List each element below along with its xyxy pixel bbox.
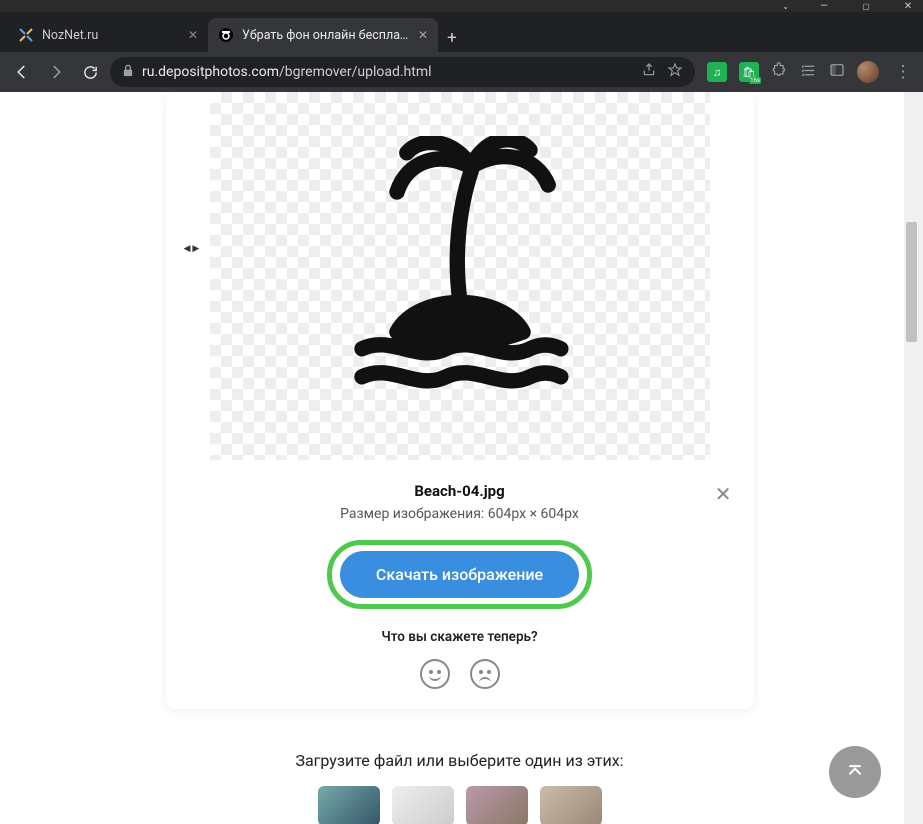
- feedback-happy-icon[interactable]: [420, 659, 450, 689]
- compare-slider-handle[interactable]: [184, 240, 200, 254]
- chrome-menu-icon[interactable]: ⋮: [891, 62, 915, 82]
- window-close-button[interactable]: [901, 0, 915, 13]
- address-bar: ru.depositphotos.com/bgremover/upload.ht…: [0, 52, 923, 92]
- close-result-button[interactable]: ✕: [715, 482, 732, 506]
- extension-music-icon[interactable]: ♫: [707, 62, 727, 82]
- download-button[interactable]: Скачать изображение: [340, 551, 579, 598]
- page-content: ✕ Beach-04.jpg Размер изображения: 604px…: [0, 92, 923, 824]
- feedback-sad-icon[interactable]: [470, 659, 500, 689]
- extensions-puzzle-icon[interactable]: [771, 62, 788, 83]
- reading-list-icon[interactable]: [800, 62, 817, 83]
- lock-icon: [122, 64, 134, 80]
- tab-title: Убрать фон онлайн бесплатно: [242, 28, 410, 43]
- star-icon[interactable]: [667, 62, 683, 82]
- sidepanel-icon[interactable]: [829, 62, 845, 82]
- dimensions-label: Размер изображения: 604px × 604px: [166, 506, 754, 522]
- scrollbar-thumb[interactable]: [906, 222, 917, 342]
- window-dropdown-icon[interactable]: ⌄: [782, 2, 789, 11]
- extension-icons: ♫ 🛍16s ⋮: [707, 61, 915, 83]
- tutorial-highlight: Скачать изображение: [327, 540, 592, 609]
- window-titlebar: ⌄: [0, 0, 923, 12]
- filename-label: Beach-04.jpg: [166, 482, 754, 500]
- url-text: ru.depositphotos.com/bgremover/upload.ht…: [142, 64, 633, 80]
- sample-images: [0, 786, 919, 824]
- reload-button[interactable]: [76, 58, 104, 86]
- window-minimize-button[interactable]: [817, 0, 831, 13]
- forward-button[interactable]: [42, 58, 70, 86]
- new-tab-button[interactable]: +: [438, 24, 466, 52]
- result-card: ✕ Beach-04.jpg Размер изображения: 604px…: [166, 92, 754, 709]
- wrench-icon: [18, 27, 34, 43]
- url-field[interactable]: ru.depositphotos.com/bgremover/upload.ht…: [110, 57, 695, 87]
- upload-prompt: Загрузите файл или выберите один из этих…: [0, 751, 919, 770]
- tab-strip: NozNet.ru ✕ Убрать фон онлайн бесплатно …: [0, 12, 923, 52]
- tab-noznet[interactable]: NozNet.ru ✕: [8, 18, 208, 52]
- transparent-preview: [210, 92, 710, 460]
- window-maximize-button[interactable]: [859, 0, 873, 13]
- sample-image-3[interactable]: [466, 786, 528, 824]
- sample-image-1[interactable]: [318, 786, 380, 824]
- feedback-question: Что вы скажете теперь?: [166, 629, 754, 645]
- camera-icon: [218, 27, 234, 43]
- close-icon[interactable]: ✕: [418, 28, 428, 42]
- back-button[interactable]: [8, 58, 36, 86]
- tab-bgremover[interactable]: Убрать фон онлайн бесплатно ✕: [208, 18, 438, 52]
- close-icon[interactable]: ✕: [188, 28, 198, 42]
- tab-title: NozNet.ru: [42, 28, 180, 43]
- sample-image-2[interactable]: [392, 786, 454, 824]
- profile-avatar[interactable]: [857, 61, 879, 83]
- palm-island-icon: [320, 136, 600, 416]
- share-icon[interactable]: [641, 62, 657, 82]
- sample-image-4[interactable]: [540, 786, 602, 824]
- extension-cart-icon[interactable]: 🛍16s: [739, 62, 759, 82]
- page-scrollbar[interactable]: [904, 92, 919, 824]
- scroll-top-button[interactable]: [829, 746, 881, 798]
- feedback-faces: [166, 659, 754, 689]
